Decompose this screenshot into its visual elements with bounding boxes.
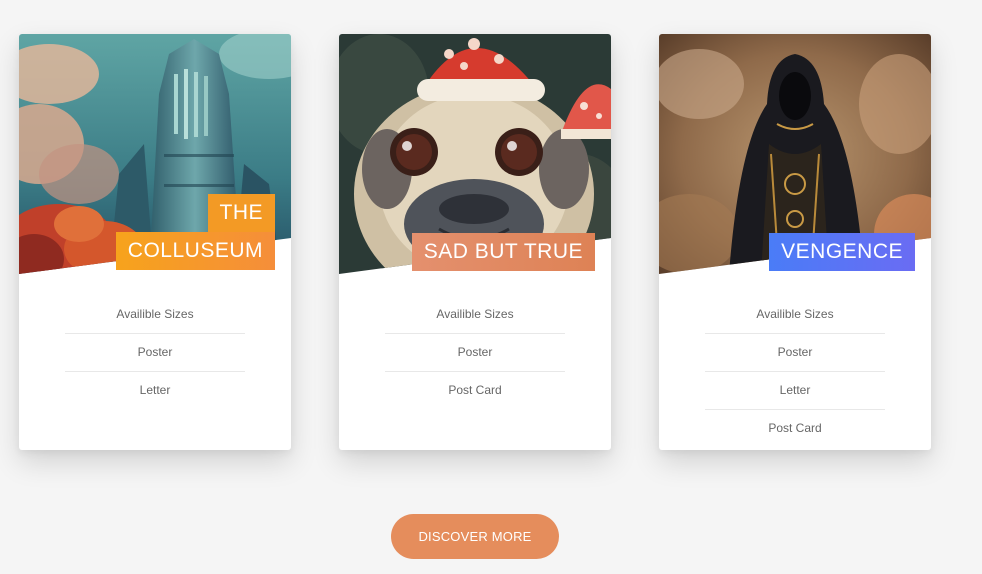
product-card-colluseum[interactable]: THE COLLUSEUM Availible Sizes Poster Let… — [19, 34, 291, 450]
product-card-vengence[interactable]: VENGENCE Availible Sizes Poster Letter P… — [659, 34, 931, 450]
card-title-line: SAD BUT TRUE — [411, 233, 595, 271]
sizes-list: Availible Sizes Poster Letter Post Card — [705, 296, 885, 447]
page: THE COLLUSEUM Availible Sizes Poster Let… — [0, 0, 982, 574]
card-title-line: THE — [207, 194, 275, 232]
sizes-list: Availible Sizes Poster Letter — [65, 296, 245, 409]
card-title-vengence: VENGENCE — [769, 233, 915, 271]
card-title-line: COLLUSEUM — [115, 232, 275, 270]
card-title-colluseum: THE COLLUSEUM — [115, 194, 275, 270]
sizes-heading: Availible Sizes — [705, 296, 885, 334]
size-option[interactable]: Poster — [705, 334, 885, 372]
card-title-sad-but-true: SAD BUT TRUE — [411, 233, 595, 271]
card-title-line: VENGENCE — [769, 233, 915, 271]
size-option[interactable]: Post Card — [385, 372, 565, 409]
size-option[interactable]: Post Card — [705, 410, 885, 447]
size-option[interactable]: Poster — [385, 334, 565, 372]
size-option[interactable]: Letter — [705, 372, 885, 410]
discover-more-button[interactable]: DISCOVER MORE — [391, 514, 559, 559]
size-option[interactable]: Poster — [65, 334, 245, 372]
size-option[interactable]: Letter — [65, 372, 245, 409]
sizes-heading: Availible Sizes — [65, 296, 245, 334]
sizes-heading: Availible Sizes — [385, 296, 565, 334]
sizes-list: Availible Sizes Poster Post Card — [385, 296, 565, 409]
product-card-sad-but-true[interactable]: SAD BUT TRUE Availible Sizes Poster Post… — [339, 34, 611, 450]
